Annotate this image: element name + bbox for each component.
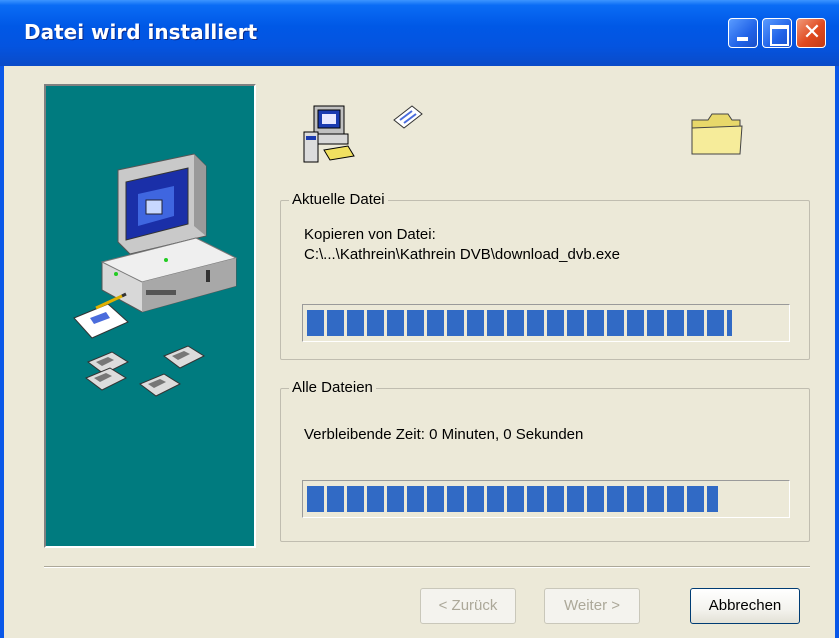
- window-title: Datei wird installiert: [24, 20, 258, 44]
- computer-and-disks-icon: [73, 153, 238, 397]
- all-files-progress-fill: [307, 486, 719, 512]
- back-button[interactable]: < Zurück: [420, 588, 516, 624]
- cancel-button[interactable]: Abbrechen: [690, 588, 800, 624]
- folder-icon: [691, 113, 743, 155]
- all-files-group: Alle Dateien: [280, 379, 810, 542]
- illustration-panel: [44, 84, 256, 548]
- install-dialog: Datei wird installiert ✕ Aktuelle Datei …: [0, 0, 839, 638]
- current-file-progress-fill: [307, 310, 733, 336]
- current-file-path: C:\...\Kathrein\Kathrein DVB\download_dv…: [304, 246, 621, 263]
- title-bar[interactable]: Datei wird installiert ✕: [0, 0, 839, 66]
- all-files-group-label: Alle Dateien: [289, 379, 376, 396]
- close-icon[interactable]: ✕: [796, 18, 826, 48]
- flying-paper-icon: [393, 105, 423, 129]
- current-file-group-label: Aktuelle Datei: [289, 191, 388, 208]
- all-files-progress-bar: [302, 480, 790, 518]
- copy-action-text: Kopieren von Datei:: [304, 226, 436, 243]
- separator: [44, 566, 810, 568]
- current-file-progress-bar: [302, 304, 790, 342]
- computer-setup-icon: [303, 105, 355, 163]
- minimize-icon[interactable]: [728, 18, 758, 48]
- remaining-time-text: Verbleibende Zeit: 0 Minuten, 0 Sekunden: [304, 426, 584, 443]
- next-button[interactable]: Weiter >: [544, 588, 640, 624]
- maximize-icon[interactable]: [762, 18, 792, 48]
